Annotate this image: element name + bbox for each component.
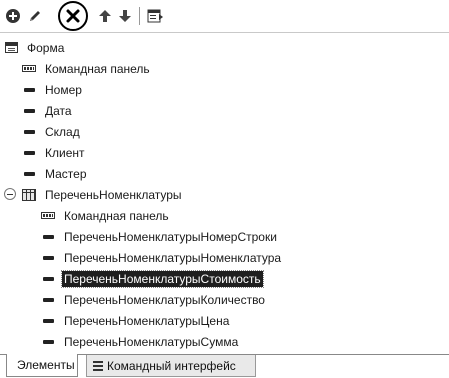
- arrow-up-icon[interactable]: [96, 7, 114, 25]
- tree-item-label: Мастер: [45, 166, 87, 181]
- pencil-icon[interactable]: [26, 7, 44, 25]
- tree-item-label: Клиент: [45, 145, 85, 160]
- tree-item-field[interactable]: Клиент: [21, 142, 87, 163]
- tree-item-field[interactable]: Мастер: [21, 163, 89, 184]
- tree-item-field-selected[interactable]: ПереченьНоменклатурыСтоимость: [40, 268, 264, 289]
- tab-command-interface[interactable]: Командный интерфейс: [86, 355, 256, 377]
- bottom-tabs: Элементы Командный интерфейс: [0, 354, 449, 378]
- tab-label: Элементы: [17, 358, 75, 372]
- tree-item-field[interactable]: ПереченьНоменклатурыКоличество: [40, 289, 267, 310]
- tree-item-label: ПереченьНоменклатурыСумма: [64, 334, 239, 349]
- command-panel-icon: [40, 208, 56, 224]
- tab-label: Командный интерфейс: [107, 358, 236, 373]
- toolbar: [0, 0, 449, 33]
- field-icon: [40, 250, 56, 266]
- form-icon: [3, 40, 19, 56]
- tree-item-label: Командная панель: [45, 61, 150, 76]
- toolbar-separator: [139, 7, 140, 25]
- form-elements-panel: Форма Командная панель Номер Дата Склад …: [0, 0, 449, 378]
- tree-item-form[interactable]: Форма: [3, 37, 66, 58]
- tab-elements[interactable]: Элементы: [6, 354, 78, 377]
- field-icon: [40, 334, 56, 350]
- collapse-toggle-icon[interactable]: [4, 188, 16, 200]
- field-icon: [21, 166, 37, 182]
- tree-item-label: Форма: [27, 40, 65, 55]
- field-icon: [21, 103, 37, 119]
- tree-item-label: Командная панель: [64, 208, 169, 223]
- field-icon: [40, 292, 56, 308]
- tree-item-field[interactable]: ПереченьНоменклатурыЦена: [40, 310, 231, 331]
- field-icon: [40, 271, 56, 287]
- tree-item-label: ПереченьНоменклатурыЦена: [64, 313, 230, 328]
- tree-item-field[interactable]: Склад: [21, 121, 82, 142]
- table-icon: [21, 187, 37, 203]
- tree-item-command-panel[interactable]: Командная панель: [21, 58, 152, 79]
- field-icon: [40, 229, 56, 245]
- field-icon: [40, 313, 56, 329]
- tree-item-field[interactable]: ПереченьНоменклатурыНоменклатура: [40, 247, 283, 268]
- tree-item-field[interactable]: ПереченьНоменклатурыСумма: [40, 331, 240, 352]
- field-icon: [21, 82, 37, 98]
- tree-item-label: Склад: [45, 124, 80, 139]
- tree-item-label: ПереченьНоменклатурыНомерСтроки: [64, 229, 277, 244]
- tree-item-label: Дата: [45, 103, 72, 118]
- tree-item-field[interactable]: Дата: [21, 100, 74, 121]
- elements-tree: Форма Командная панель Номер Дата Склад …: [0, 34, 449, 349]
- tree-item-label: Номер: [45, 82, 82, 97]
- tree-item-label: ПереченьНоменклатурыКоличество: [64, 292, 265, 307]
- delete-icon[interactable]: [64, 7, 82, 25]
- tree-item-table[interactable]: ПереченьНоменклатуры: [21, 184, 184, 205]
- field-icon: [21, 124, 37, 140]
- tree-item-field[interactable]: Номер: [21, 79, 84, 100]
- list-icon: [93, 360, 103, 371]
- tree-item-label: ПереченьНоменклатурыНоменклатура: [64, 250, 282, 265]
- tree-item-command-panel[interactable]: Командная панель: [40, 205, 171, 226]
- tree-item-field[interactable]: ПереченьНоменклатурыНомерСтроки: [40, 226, 279, 247]
- add-icon[interactable]: [4, 7, 22, 25]
- arrow-down-icon[interactable]: [116, 7, 134, 25]
- field-icon: [21, 145, 37, 161]
- tree-item-label: ПереченьНоменклатуры: [45, 187, 182, 202]
- tree-item-label: ПереченьНоменклатурыСтоимость: [61, 269, 264, 288]
- form-view-icon[interactable]: [146, 7, 164, 25]
- command-panel-icon: [21, 61, 37, 77]
